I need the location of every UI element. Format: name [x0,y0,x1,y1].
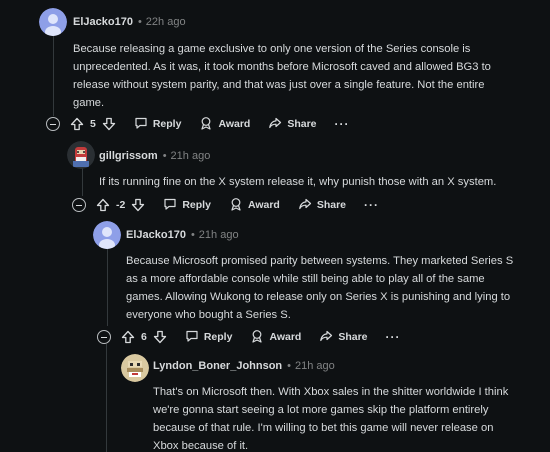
more-options-button[interactable]: ··· [386,330,401,344]
award-button[interactable]: Award [229,197,280,214]
more-options-button[interactable]: ··· [364,198,379,212]
downvote-icon[interactable] [102,117,116,131]
share-button[interactable]: Share [319,329,368,346]
comment-icon [134,116,153,133]
award-icon [229,197,248,214]
downvote-icon[interactable] [153,330,167,344]
award-label: Award [269,331,302,343]
comment-author[interactable]: ElJacko170 [73,16,133,28]
award-label: Award [247,199,280,211]
comment-body: If its running fine on the X system rele… [99,176,497,188]
award-icon [250,329,269,346]
comment-author[interactable]: ElJacko170 [126,229,186,241]
reply-label: Reply [182,199,211,211]
collapse-thread-button[interactable] [46,117,60,131]
upvote-icon[interactable] [96,198,110,212]
downvote-icon[interactable] [131,198,145,212]
share-button[interactable]: Share [268,116,317,133]
comment-body: Because Microsoft promised parity betwee… [126,255,514,321]
comment-author[interactable]: Lyndon_Boner_Johnson [153,360,282,372]
collapse-thread-button[interactable] [72,198,86,212]
comment-timestamp[interactable]: 22h ago [146,16,186,28]
comment-timestamp[interactable]: 21h ago [171,150,211,162]
vote-score: 6 [141,331,147,343]
share-icon [268,116,287,133]
share-icon [319,329,338,346]
share-icon [298,197,317,214]
avatar[interactable] [93,221,121,249]
award-button[interactable]: Award [199,116,250,133]
comment-icon [163,197,182,214]
vote-score: 5 [90,118,96,130]
reply-button[interactable]: Reply [134,116,182,133]
comment-body: Because releasing a game exclusive to on… [73,43,491,109]
comment-author[interactable]: gillgrissom [99,150,158,162]
meta-separator: • [190,229,195,241]
reply-label: Reply [203,331,233,343]
avatar[interactable] [39,8,67,36]
award-icon [199,116,218,133]
reply-button[interactable]: Reply [163,197,211,214]
comment-timestamp[interactable]: 21h ago [199,229,239,241]
thread-line[interactable] [107,244,108,326]
share-label: Share [316,199,347,211]
avatar[interactable] [67,141,95,169]
thread-line[interactable] [106,344,107,452]
meta-separator: • [137,16,142,28]
comment-icon [185,329,204,346]
reply-button[interactable]: Reply [185,329,233,346]
share-button[interactable]: Share [298,197,346,214]
thread-line[interactable] [53,34,54,116]
share-label: Share [287,118,317,130]
meta-separator: • [287,360,292,372]
collapse-thread-button[interactable] [97,330,111,344]
comment-timestamp[interactable]: 21h ago [295,360,335,372]
comment-body: That's on Microsoft then. With Xbox sale… [153,386,509,452]
meta-separator: • [162,150,167,162]
upvote-icon[interactable] [121,330,135,344]
reply-label: Reply [152,118,182,130]
more-options-button[interactable]: ··· [335,117,350,131]
upvote-icon[interactable] [70,117,84,131]
vote-score: -2 [116,199,126,211]
award-label: Award [218,118,251,130]
award-button[interactable]: Award [250,329,301,346]
avatar[interactable] [121,354,149,382]
share-label: Share [338,331,368,343]
